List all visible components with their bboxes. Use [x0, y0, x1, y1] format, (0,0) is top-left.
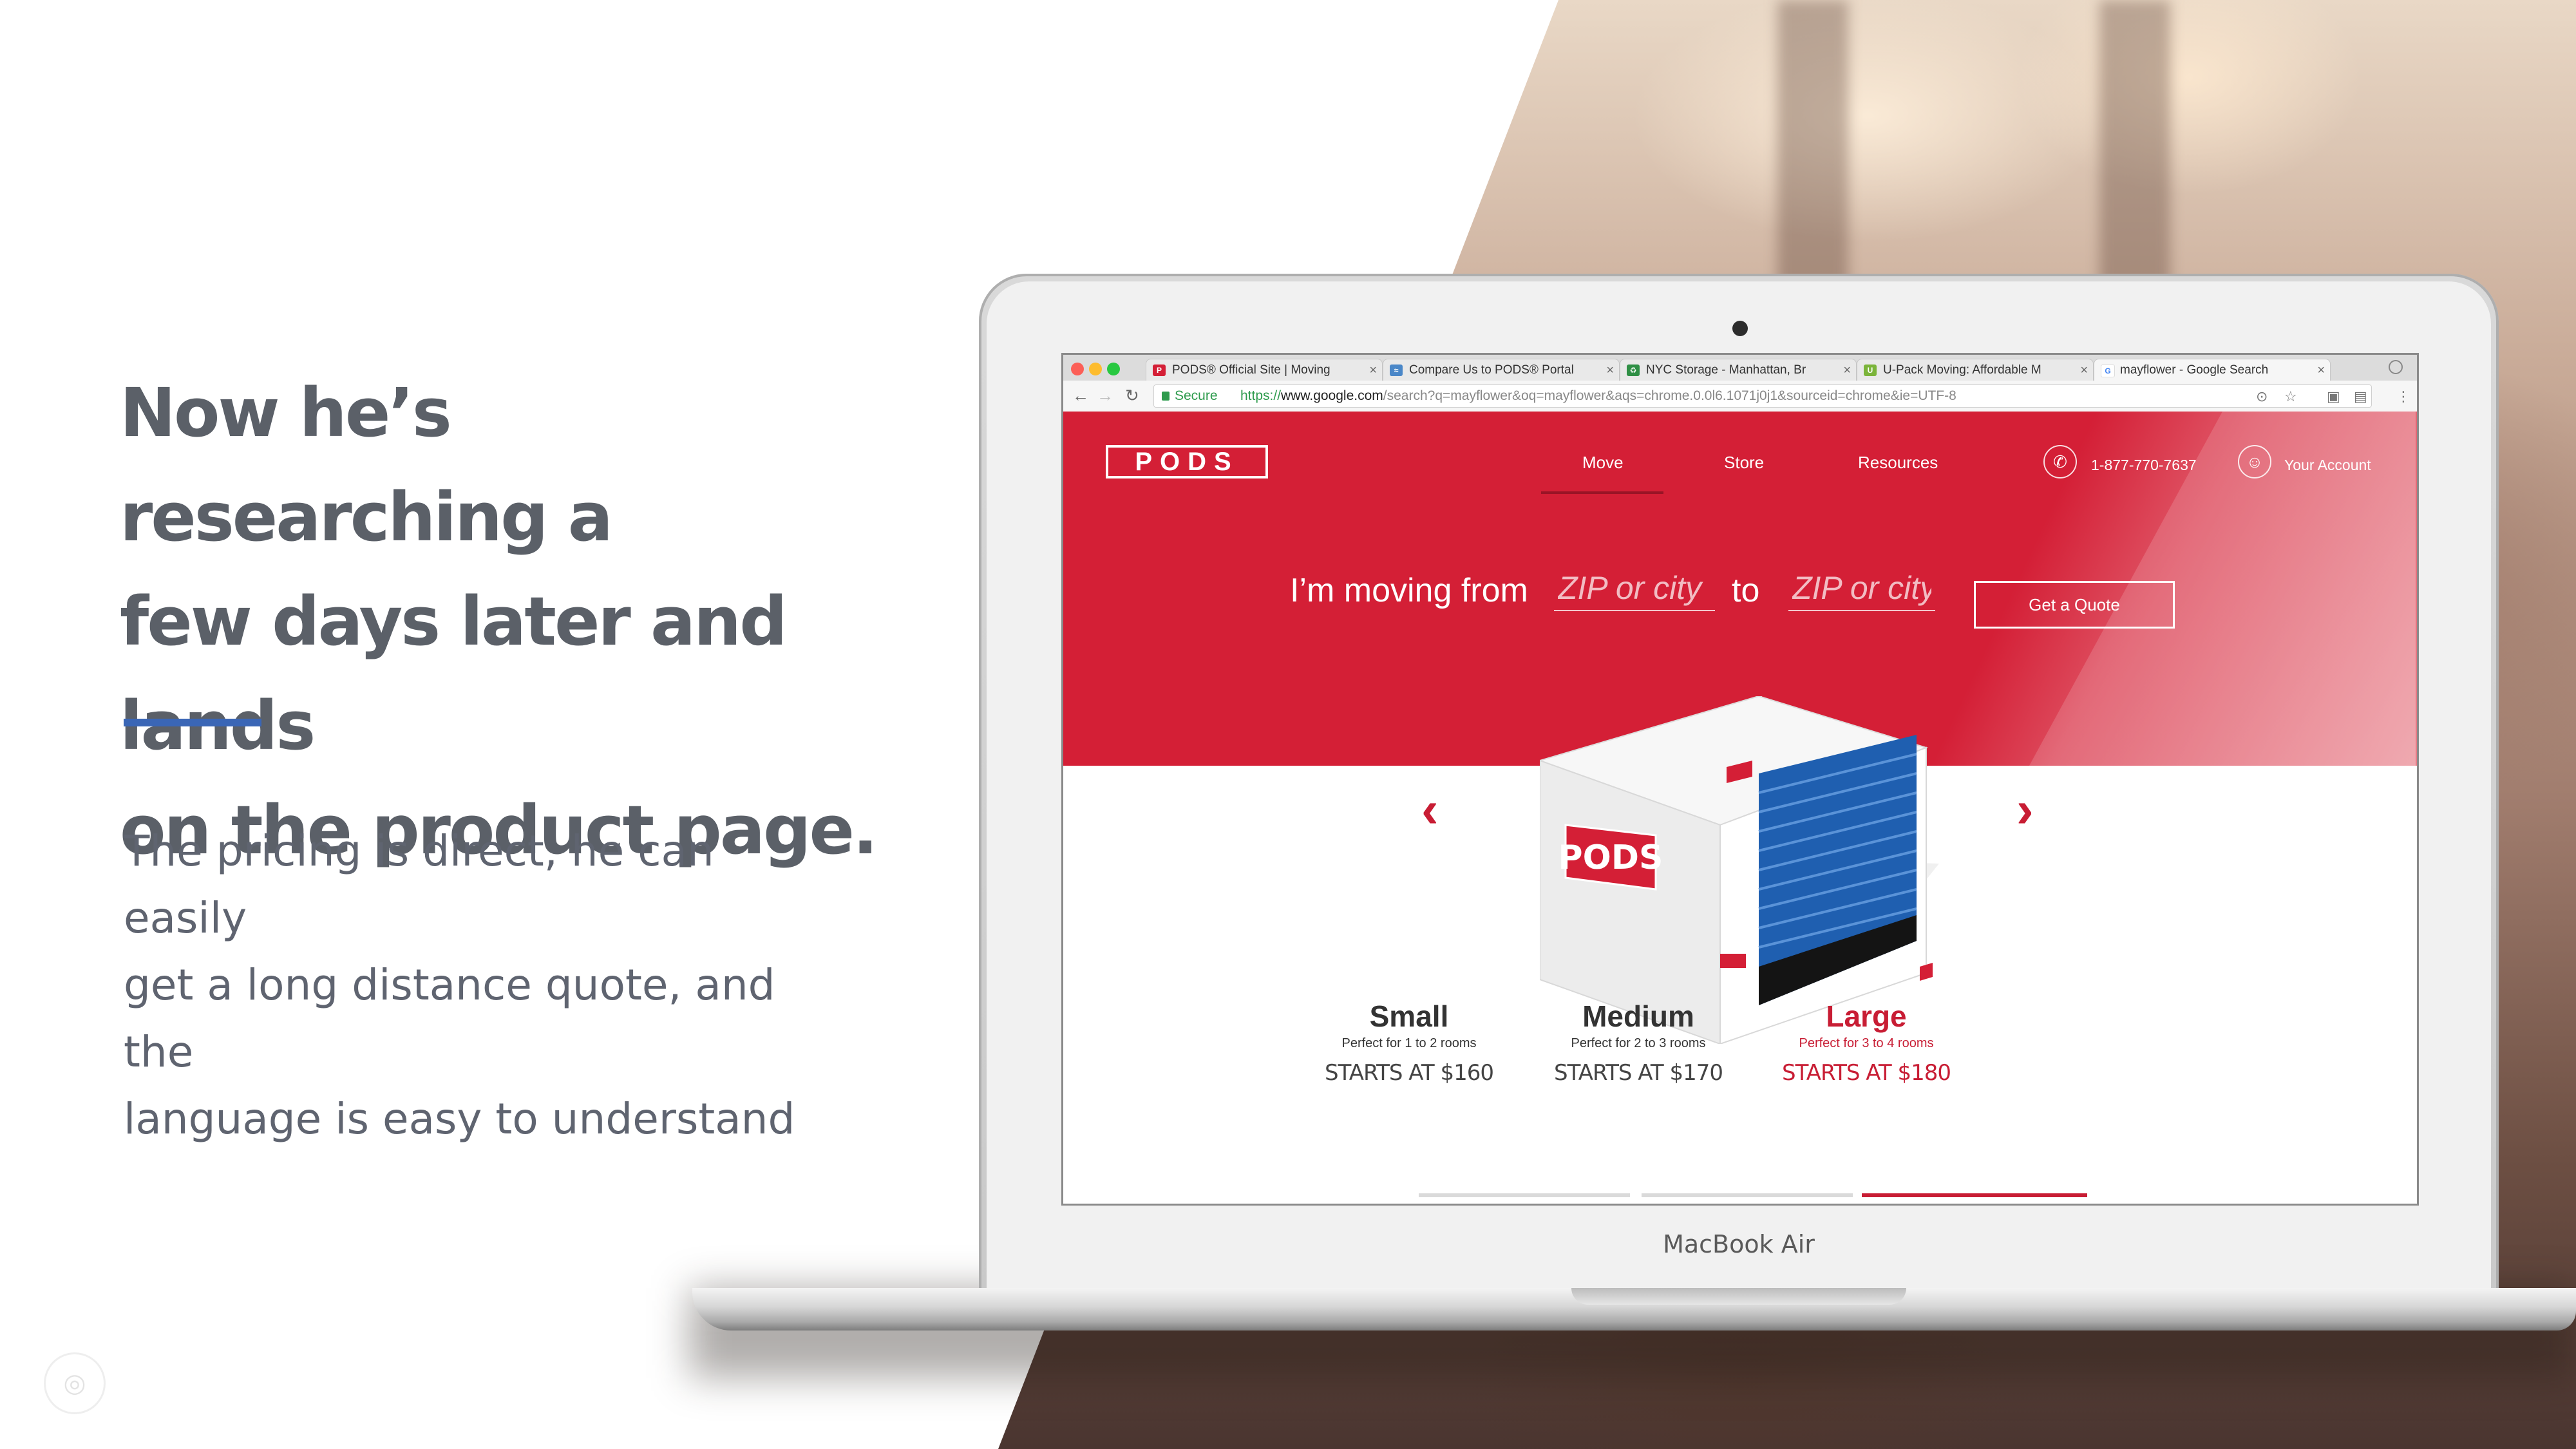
size-indicator-large	[1862, 1193, 2087, 1197]
zoom-window-button[interactable]	[1107, 363, 1120, 375]
corner-watermark-logo: ◎	[44, 1352, 106, 1414]
get-a-quote-button[interactable]: Get a Quote	[1974, 581, 2175, 629]
google-favicon-icon: G	[2101, 365, 2115, 377]
size-description: Perfect for 2 to 3 rooms	[1571, 1036, 1706, 1050]
tab-title: PODS® Official Site | Moving	[1172, 363, 1331, 377]
size-option-large[interactable]: Large Perfect for 3 to 4 rooms STARTS AT…	[1760, 999, 1973, 1086]
browser-tab[interactable]: U U-Pack Moving: Affordable M ×	[1857, 359, 2094, 381]
laptop-brand-label: MacBook Air	[1663, 1230, 1815, 1258]
close-tab-icon[interactable]: ×	[1369, 359, 1377, 381]
laptop-hinge-notch	[1571, 1288, 1906, 1305]
forward-arrow-icon[interactable]: →	[1097, 386, 1113, 406]
browser-tab-bar: P PODS® Official Site | Moving × ≈ Compa…	[1063, 355, 2417, 381]
close-tab-icon[interactable]: ×	[2080, 359, 2088, 381]
pods-favicon-icon: P	[1153, 365, 1166, 376]
carousel-prev-arrow-icon[interactable]: ‹	[1421, 780, 1439, 839]
secure-label: Secure	[1175, 388, 1218, 403]
slide-headline: Now he’s researching a few days later an…	[120, 361, 893, 882]
back-arrow-icon[interactable]: ←	[1072, 386, 1089, 406]
nav-move[interactable]: Move	[1582, 453, 1624, 473]
menu-kebab-icon[interactable]: ⋮	[2396, 388, 2410, 405]
size-description: Perfect for 3 to 4 rooms	[1799, 1036, 1934, 1050]
browser-tab[interactable]: P PODS® Official Site | Moving ×	[1146, 359, 1383, 381]
nav-store[interactable]: Store	[1724, 453, 1764, 473]
tab-title: Compare Us to PODS® Portal	[1409, 363, 1574, 377]
bookmark-star-icon[interactable]: ☆	[2284, 388, 2297, 405]
reload-icon[interactable]: ↻	[1125, 386, 1139, 406]
your-account-link[interactable]: Your Account	[2284, 457, 2371, 474]
body-line: get a long distance quote, and the	[124, 960, 775, 1077]
from-zip-input[interactable]	[1554, 566, 1715, 611]
headline-line: Now he’s researching a	[120, 374, 613, 556]
close-tab-icon[interactable]: ×	[2317, 359, 2325, 381]
browser-tab[interactable]: ≈ Compare Us to PODS® Portal ×	[1383, 359, 1620, 381]
size-name: Large	[1826, 999, 1907, 1033]
upack-favicon-icon: U	[1864, 365, 1877, 376]
lock-icon	[1162, 392, 1170, 401]
profile-icon[interactable]	[2389, 360, 2403, 374]
compare-favicon-icon: ≈	[1390, 365, 1403, 376]
browser-tab[interactable]: ♻ NYC Storage - Manhattan, Br ×	[1620, 359, 1857, 381]
tab-title: U-Pack Moving: Affordable M	[1883, 363, 2041, 377]
size-description: Perfect for 1 to 2 rooms	[1341, 1036, 1477, 1050]
close-tab-icon[interactable]: ×	[1843, 359, 1851, 381]
nyc-storage-favicon-icon: ♻	[1627, 365, 1640, 376]
headline-line: few days later and lands	[120, 582, 788, 765]
size-price: STARTS AT $180	[1781, 1060, 1951, 1086]
size-indicator-small	[1419, 1193, 1630, 1197]
tab-title: mayflower - Google Search	[2120, 363, 2269, 377]
laptop-screen: P PODS® Official Site | Moving × ≈ Compa…	[1061, 353, 2419, 1206]
size-option-small[interactable]: Small Perfect for 1 to 2 rooms STARTS AT…	[1303, 999, 1515, 1086]
pods-container-image: PODS	[1540, 696, 1939, 1044]
size-name: Small	[1369, 999, 1449, 1033]
to-label: to	[1732, 572, 1760, 609]
camera-icon	[1732, 321, 1748, 336]
body-line: The pricing is direct, he can easily	[124, 826, 714, 943]
account-icon[interactable]: ☺	[2238, 445, 2271, 478]
body-line: language is easy to understand	[124, 1094, 795, 1144]
nav-active-underline	[1541, 491, 1663, 494]
address-bar[interactable]: Secure https://www.google.com/search?q=m…	[1153, 384, 2372, 408]
pods-logo[interactable]: PODS	[1106, 445, 1268, 478]
location-icon[interactable]: ⊙	[2256, 388, 2268, 405]
minimize-window-button[interactable]	[1089, 363, 1102, 375]
size-option-medium[interactable]: Medium Perfect for 2 to 3 rooms STARTS A…	[1532, 999, 1745, 1086]
slide-body-text: The pricing is direct, he can easily get…	[124, 818, 800, 1153]
size-price: STARTS AT $170	[1553, 1060, 1723, 1086]
moving-from-label: I’m moving from	[1290, 572, 1528, 609]
accent-divider	[124, 719, 261, 726]
container-pods-logo: PODS	[1558, 838, 1663, 877]
url-scheme: https://	[1240, 388, 1282, 403]
close-window-button[interactable]	[1071, 363, 1084, 375]
carousel-next-arrow-icon[interactable]: ›	[2016, 780, 2034, 839]
phone-number-link[interactable]: 1-877-770-7637	[2091, 457, 2197, 474]
browser-toolbar: ← → ↻ Secure https://www.google.com/sear…	[1063, 381, 2417, 412]
to-zip-input[interactable]	[1788, 566, 1935, 611]
tab-title: NYC Storage - Manhattan, Br	[1646, 363, 1806, 377]
phone-icon[interactable]: ✆	[2043, 445, 2077, 478]
url-path: /search?q=mayflower&oq=mayflower&aqs=chr…	[1383, 388, 1956, 403]
url-host: www.google.com	[1281, 388, 1383, 403]
nav-resources[interactable]: Resources	[1858, 453, 1938, 473]
extension-icon[interactable]: ▤	[2354, 388, 2367, 405]
size-indicator-medium	[1642, 1193, 1853, 1197]
size-price: STARTS AT $160	[1324, 1060, 1494, 1086]
size-name: Medium	[1582, 999, 1694, 1033]
url-text: https://www.google.com/search?q=mayflowe…	[1240, 385, 1956, 407]
browser-tab-active[interactable]: G mayflower - Google Search ×	[2094, 359, 2331, 381]
pocket-extension-icon[interactable]: ▣	[2327, 388, 2340, 405]
close-tab-icon[interactable]: ×	[1606, 359, 1614, 381]
